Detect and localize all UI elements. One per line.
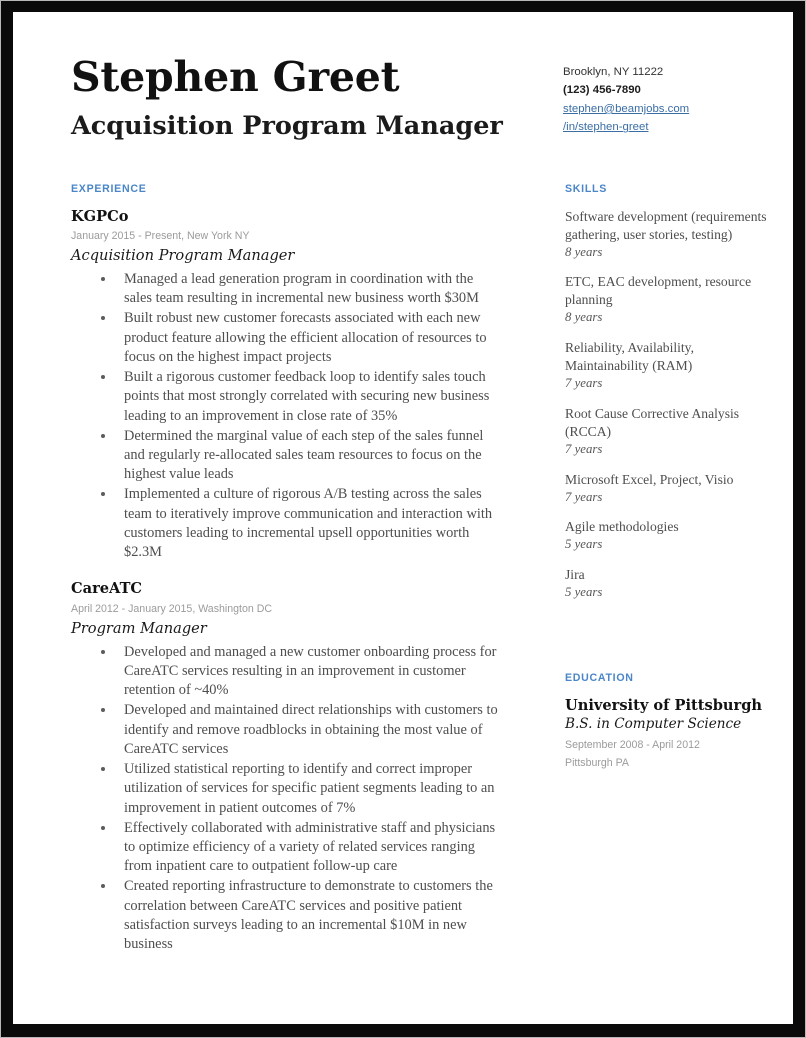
education-location: Pittsburgh PA [565,757,629,770]
list-item: Developed and maintained direct relation… [101,701,503,759]
list-item: Utilized statistical reporting to identi… [101,760,503,818]
resume-header: Stephen Greet Acquisition Program Manage… [71,53,749,142]
job-dates-location: April 2012 - January 2015, Washington DC [71,602,272,615]
job-bullet-list: Developed and managed a new customer onb… [71,643,503,955]
column-spacer [565,614,773,672]
job-role-title: Program Manager [71,619,207,637]
resume-page: Stephen Greet Acquisition Program Manage… [13,12,793,1024]
skill-name: Reliability, Availability, Maintainabili… [565,340,694,374]
skill-name: Root Cause Corrective Analysis (RCCA) [565,405,740,439]
list-item: Built a rigorous customer feedback loop … [101,368,503,426]
contact-location: Brooklyn, NY 11222 [563,66,664,78]
skill-years: 7 years [565,489,603,504]
list-item: Determined the marginal value of each st… [101,427,503,485]
skill-name: Software development (requirements gathe… [565,208,767,242]
contact-linkedin-link[interactable]: /in/stephen-greet [563,118,749,136]
contact-info: Brooklyn, NY 11222 (123) 456-7890 stephe… [563,54,749,137]
list-item: Built robust new customer forecasts asso… [101,309,503,367]
company-name: CareATC [71,580,143,598]
skill-years: 5 years [565,585,603,600]
skill-years: 8 years [565,244,603,259]
skill-years: 7 years [565,376,603,391]
skill-years: 7 years [565,442,603,456]
side-column: SKILLS Software development (requirement… [565,183,773,995]
education-dates: September 2008 - April 2012 [565,738,700,751]
job-role-title: Acquisition Program Manager [71,246,295,264]
skill-years: 5 years [565,537,603,552]
education-section-heading: EDUCATION [565,671,634,684]
list-item: Implemented a culture of rigorous A/B te… [101,485,503,562]
list-item: Created reporting infrastructure to demo… [101,877,503,954]
header-identity: Stephen Greet Acquisition Program Manage… [71,53,503,142]
contact-phone: (123) 456-7890 [563,84,641,97]
education-entry: University of Pittsburgh B.S. in Compute… [565,697,773,771]
skill-item: ETC, EAC development, resource planning … [565,273,773,326]
job-bullet-list: Managed a lead generation program in coo… [71,270,503,562]
candidate-name: Stephen Greet [71,53,400,101]
job-dates-location: January 2015 - Present, New York NY [71,230,250,242]
degree-name: B.S. in Computer Science [565,716,742,733]
skill-item: Root Cause Corrective Analysis (RCCA) 7 … [565,405,773,458]
skill-item: Software development (requirements gathe… [565,208,773,261]
experience-entry: CareATC April 2012 - January 2015, Washi… [71,580,503,954]
experience-entry: KGPCo January 2015 - Present, New York N… [71,208,503,563]
school-name: University of Pittsburgh [565,696,763,714]
page-frame: Stephen Greet Acquisition Program Manage… [0,0,806,1038]
skill-item: Jira 5 years [565,566,773,601]
contact-email-link[interactable]: stephen@beamjobs.com [563,100,749,118]
skill-name: Microsoft Excel, Project, Visio [565,471,734,487]
candidate-job-title: Acquisition Program Manager [71,111,503,142]
skill-name: ETC, EAC development, resource planning [565,274,752,308]
skill-item: Microsoft Excel, Project, Visio 7 years [565,471,773,506]
resume-body: EXPERIENCE KGPCo January 2015 - Present,… [71,183,767,995]
list-item: Effectively collaborated with administra… [101,819,503,877]
skill-years: 8 years [565,310,603,325]
skill-name: Jira [565,567,585,583]
skill-name: Agile methodologies [565,519,679,535]
company-name: KGPCo [71,207,129,225]
skills-section-heading: SKILLS [565,182,607,195]
list-item: Managed a lead generation program in coo… [101,270,503,308]
skill-item: Reliability, Availability, Maintainabili… [565,339,773,392]
experience-section-heading: EXPERIENCE [71,182,147,195]
main-column: EXPERIENCE KGPCo January 2015 - Present,… [71,183,503,995]
list-item: Developed and managed a new customer onb… [101,643,503,701]
skill-item: Agile methodologies 5 years [565,518,773,553]
